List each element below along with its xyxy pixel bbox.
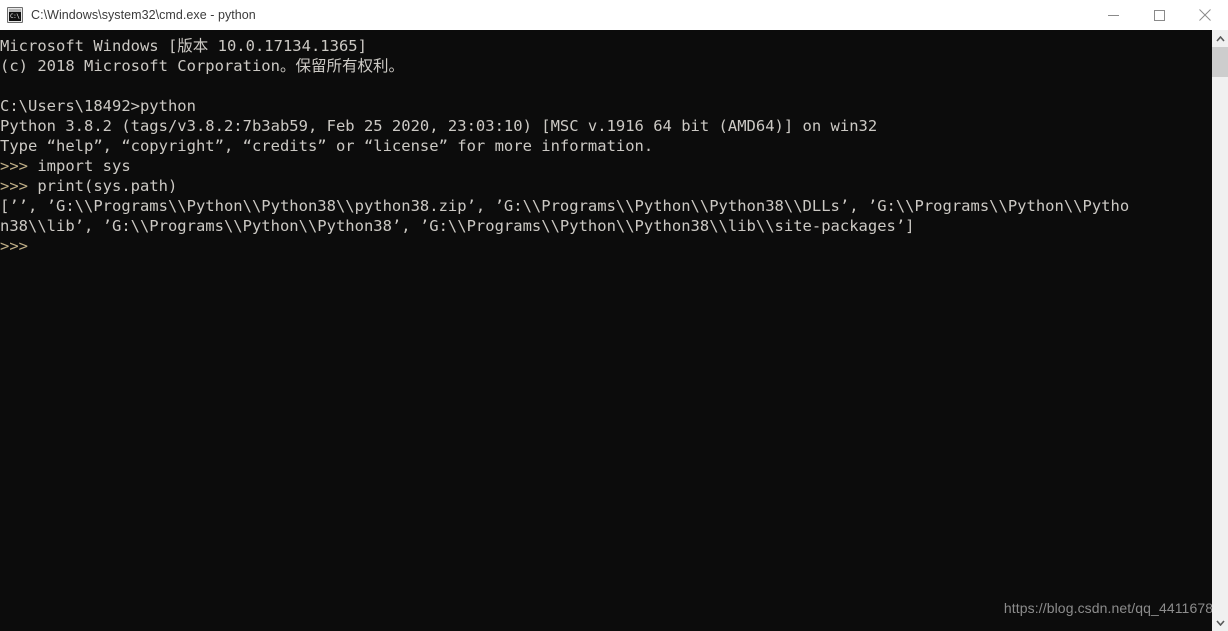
console-line: [’’, ’G:\\Programs\\Python\\Python38\\py… [0,196,1212,216]
console-line-text: C:\Users\18492>python [0,97,196,115]
console-line-text: import sys [28,157,131,175]
maximize-icon [1153,9,1165,21]
console-line-text: [’’, ’G:\\Programs\\Python\\Python38\\py… [0,197,1130,215]
console-text: Microsoft Windows [版本 10.0.17134.1365] (c… [0,36,1212,256]
watermark-text: https://blog.csdn.net/qq_44116786 [1003,600,1212,616]
console-line: Microsoft Windows [版本 10.0.17134.1365] [0,36,1212,56]
console-line: C:\Users\18492>python [0,96,1212,116]
scrollbar-thumb[interactable] [1212,47,1228,77]
console-line-text: n38\\lib’, ’G:\\Programs\\Python\\Python… [0,217,915,235]
console-prompt: >>> [0,177,28,195]
cmd-console-icon [7,7,23,23]
console-line: >>> print(sys.path) [0,176,1212,196]
console-line-text: Microsoft Windows [版本 10.0.17134.1365] [0,37,367,55]
scroll-up-button[interactable] [1212,30,1228,47]
console-prompt: >>> [0,157,28,175]
console-line-text: print(sys.path) [28,177,178,195]
close-icon [1199,9,1211,21]
console-line: >>> [0,236,1212,256]
console-line: n38\\lib’, ’G:\\Programs\\Python\\Python… [0,216,1212,236]
console-line: Type “help”, “copyright”, “credits” or “… [0,136,1212,156]
scroll-down-button[interactable] [1212,614,1228,631]
minimize-icon [1107,14,1119,16]
console-line-text: Type “help”, “copyright”, “credits” or “… [0,137,654,155]
title-bar[interactable]: C:\Windows\system32\cmd.exe - python [0,0,1228,30]
console-output-area[interactable]: Microsoft Windows [版本 10.0.17134.1365] (c… [0,30,1212,631]
console-prompt: >>> [0,237,28,255]
cmd-window: C:\Windows\system32\cmd.exe - python [0,0,1228,631]
console-line-text: (c) 2018 Microsoft Corporation。保留所有权利。 [0,57,404,75]
maximize-button[interactable] [1136,0,1182,30]
chevron-down-icon [1215,619,1225,626]
console-line-text: Python 3.8.2 (tags/v3.8.2:7b3ab59, Feb 2… [0,117,878,135]
minimize-button[interactable] [1090,0,1136,30]
window-controls [1090,0,1228,30]
chevron-up-icon [1215,35,1225,42]
vertical-scrollbar[interactable] [1212,30,1228,631]
console-line: Python 3.8.2 (tags/v3.8.2:7b3ab59, Feb 2… [0,116,1212,136]
console-line: (c) 2018 Microsoft Corporation。保留所有权利。 [0,56,1212,76]
watermark: https://blog.csdn.net/qq_44116786 [967,600,1212,616]
close-button[interactable] [1182,0,1228,30]
window-title: C:\Windows\system32\cmd.exe - python [31,8,256,22]
console-line: >>> import sys [0,156,1212,176]
